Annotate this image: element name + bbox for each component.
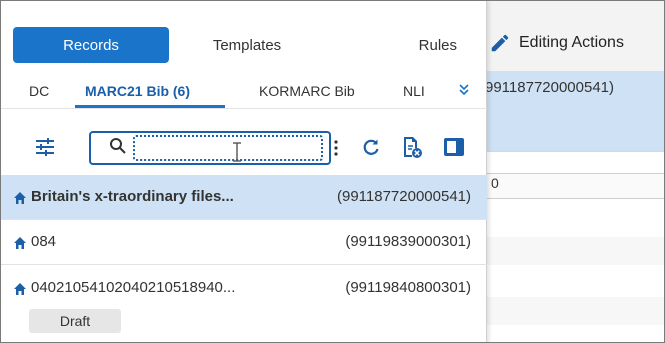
editing-actions-label: Editing Actions (519, 34, 624, 51)
tab-kormarc-bib[interactable]: KORMARC Bib (259, 73, 355, 109)
editor-field-value: 0 (491, 175, 499, 191)
status-badge: Draft (29, 309, 121, 333)
app-window: Editing Actions 991187720000541) 0 Recor… (0, 0, 665, 343)
search-icon (110, 138, 126, 154)
clear-document-icon[interactable] (401, 135, 423, 159)
pencil-icon (491, 34, 509, 52)
tab-dc[interactable]: DC (29, 73, 49, 109)
tab-marc21-bib[interactable]: MARC21 Bib (6) (85, 73, 190, 109)
editor-divider (487, 151, 664, 152)
list-item[interactable]: Britain's x-traordinary files... (991187… (1, 175, 487, 219)
tab-records[interactable]: Records (13, 27, 169, 63)
record-title: 084 (31, 233, 57, 250)
active-tab-indicator (75, 105, 225, 108)
text-cursor-icon (233, 142, 241, 162)
panel-toggle-icon[interactable] (443, 137, 465, 157)
home-icon (14, 192, 26, 204)
chevron-double-down-icon[interactable] (457, 83, 471, 97)
editor-row-stripe (487, 297, 664, 325)
tab-nli[interactable]: NLI (403, 73, 425, 109)
list-item[interactable]: 084 (99119839000301) (1, 220, 487, 264)
editing-actions-button[interactable]: Editing Actions (489, 23, 624, 63)
editor-row-stripe (487, 237, 664, 265)
record-id: (99119839000301) (345, 233, 471, 250)
tab-templates[interactable]: Templates (169, 27, 325, 63)
record-id: (991187720000541) (336, 188, 471, 205)
search-input[interactable] (133, 135, 323, 161)
records-panel: Records Templates Rules DC MARC21 Bib (6… (1, 1, 487, 342)
main-tabs: Records Templates Rules (13, 27, 465, 63)
refresh-icon[interactable] (361, 137, 381, 157)
editor-record-id: 991187720000541) (485, 79, 615, 96)
record-title: Britain's x-traordinary files... (31, 188, 234, 205)
home-icon (14, 283, 26, 295)
record-title: 04021054102040210518940... (31, 279, 236, 296)
home-icon (14, 237, 26, 249)
profile-tabs: DC MARC21 Bib (6) KORMARC Bib NLI (1, 73, 487, 109)
filter-sliders-icon[interactable] (35, 137, 55, 157)
tab-rules[interactable]: Rules (325, 27, 465, 63)
record-id: (99119840800301) (345, 279, 471, 296)
vertical-ellipsis-icon[interactable] (334, 139, 338, 157)
editor-field-input[interactable] (487, 173, 664, 199)
